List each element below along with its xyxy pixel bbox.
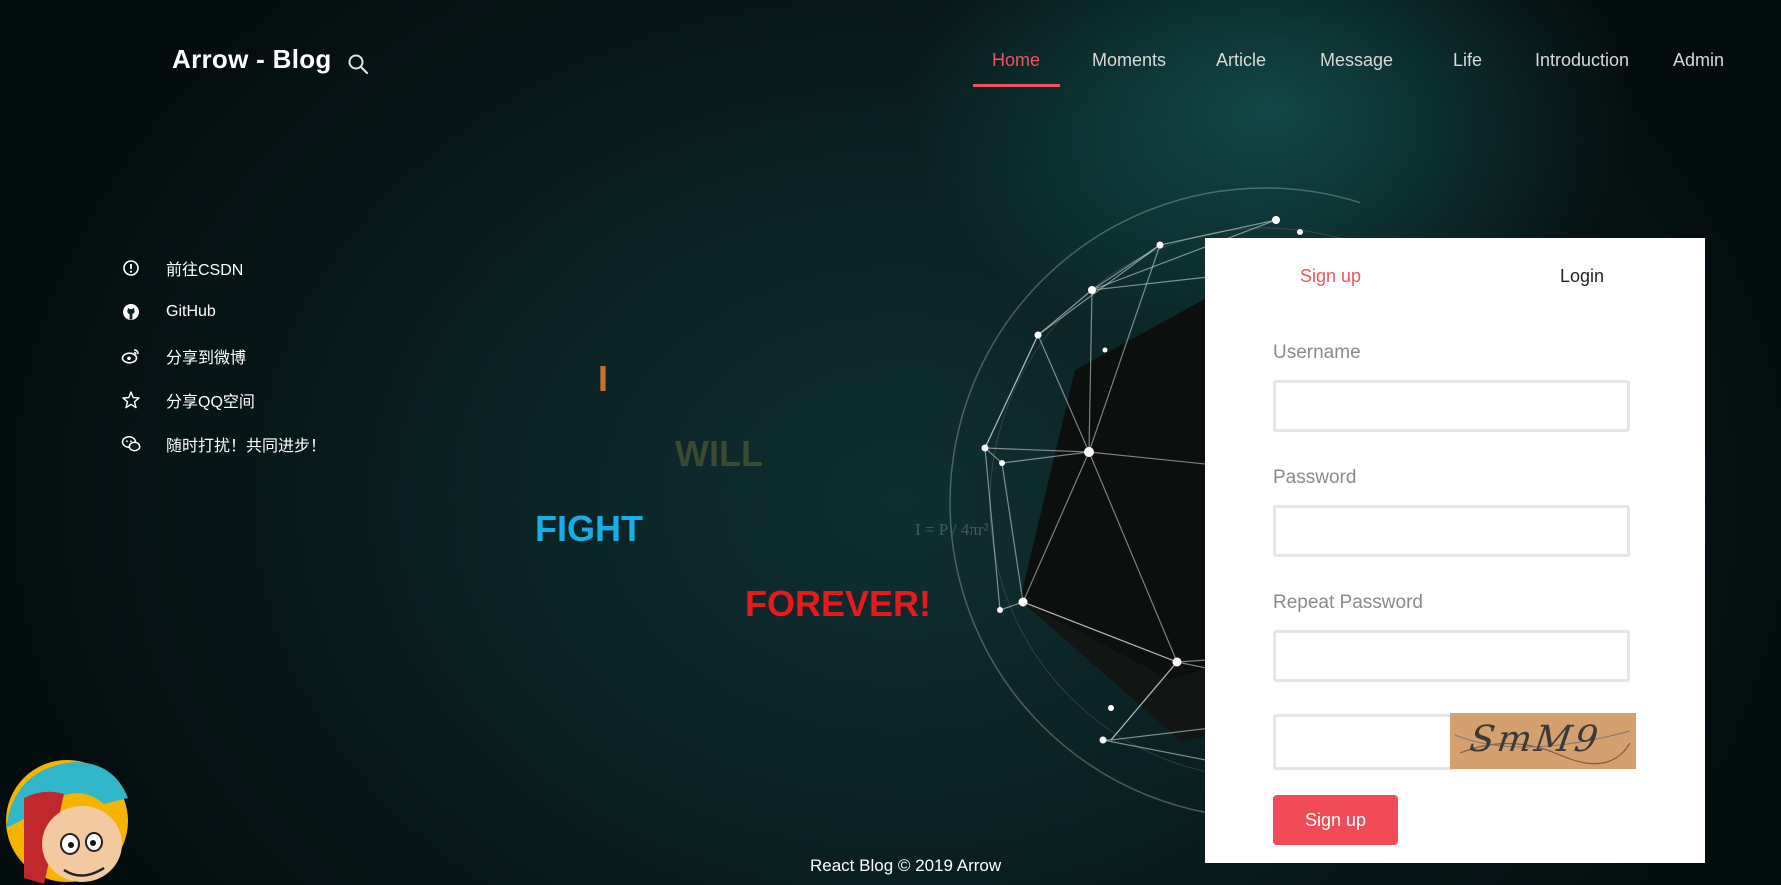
nav-active-indicator [973, 84, 1060, 87]
sidebar-item-label: GitHub [166, 303, 216, 320]
slogan-word-will: WILL [675, 433, 763, 474]
wechat-icon [121, 436, 141, 452]
sidebar-item-label: 随时打扰！共同进步！ [166, 438, 327, 455]
slogan-word-i: I [598, 358, 609, 399]
nav-message[interactable]: Message [1320, 50, 1393, 71]
search-icon[interactable] [346, 52, 370, 76]
username-label: Username [1273, 342, 1361, 363]
captcha-text: SmM9 [1467, 719, 1604, 760]
star-icon [122, 391, 140, 409]
repeat-password-label: Repeat Password [1273, 592, 1423, 613]
repeat-password-field[interactable] [1273, 630, 1630, 682]
slogan-word-forever: FOREVER! [745, 583, 932, 624]
password-label: Password [1273, 467, 1357, 488]
github-icon [123, 304, 139, 320]
tab-signup[interactable]: Sign up [1300, 266, 1361, 287]
signup-button[interactable]: Sign up [1273, 795, 1398, 845]
sidebar-item-github[interactable]: GitHub [120, 300, 216, 324]
nav-article[interactable]: Article [1216, 50, 1266, 71]
sidebar-item-label: 分享到微博 [166, 350, 247, 367]
sidebar-item-label: 前往CSDN [166, 262, 244, 279]
captcha-image[interactable]: SmM9 [1450, 713, 1636, 769]
sidebar-item-csdn[interactable]: 前往CSDN [120, 256, 243, 280]
password-field[interactable] [1273, 505, 1630, 557]
header: Arrow - Blog Home Moments Article Messag… [0, 0, 1781, 120]
weibo-icon [121, 349, 139, 364]
sidebar-item-qzone[interactable]: 分享QQ空间 [120, 388, 255, 412]
footer-copyright: React Blog © 2019 Arrow [810, 856, 1002, 875]
signup-panel: Sign up Login Username Password Repeat P… [1205, 238, 1705, 863]
sidebar-item-wechat[interactable]: 随时打扰！共同进步！ [120, 432, 326, 456]
tab-login[interactable]: Login [1560, 266, 1604, 287]
nav-moments[interactable]: Moments [1092, 50, 1166, 71]
nav-introduction[interactable]: Introduction [1535, 50, 1629, 71]
nav-home[interactable]: Home [992, 50, 1040, 71]
physics-formula: I = P / 4πr² [915, 520, 989, 539]
sidebar-item-weibo[interactable]: 分享到微博 [120, 344, 246, 368]
captcha-input[interactable] [1273, 714, 1453, 770]
site-logo[interactable]: Arrow - Blog [172, 44, 332, 75]
sidebar-item-label: 分享QQ空间 [166, 394, 255, 411]
username-field[interactable] [1273, 380, 1630, 432]
slogan-word-fight: FIGHT [535, 508, 643, 549]
info-circle-icon [123, 260, 139, 276]
avatar[interactable] [4, 758, 130, 884]
nav-admin[interactable]: Admin [1673, 50, 1724, 71]
nav-life[interactable]: Life [1453, 50, 1482, 71]
